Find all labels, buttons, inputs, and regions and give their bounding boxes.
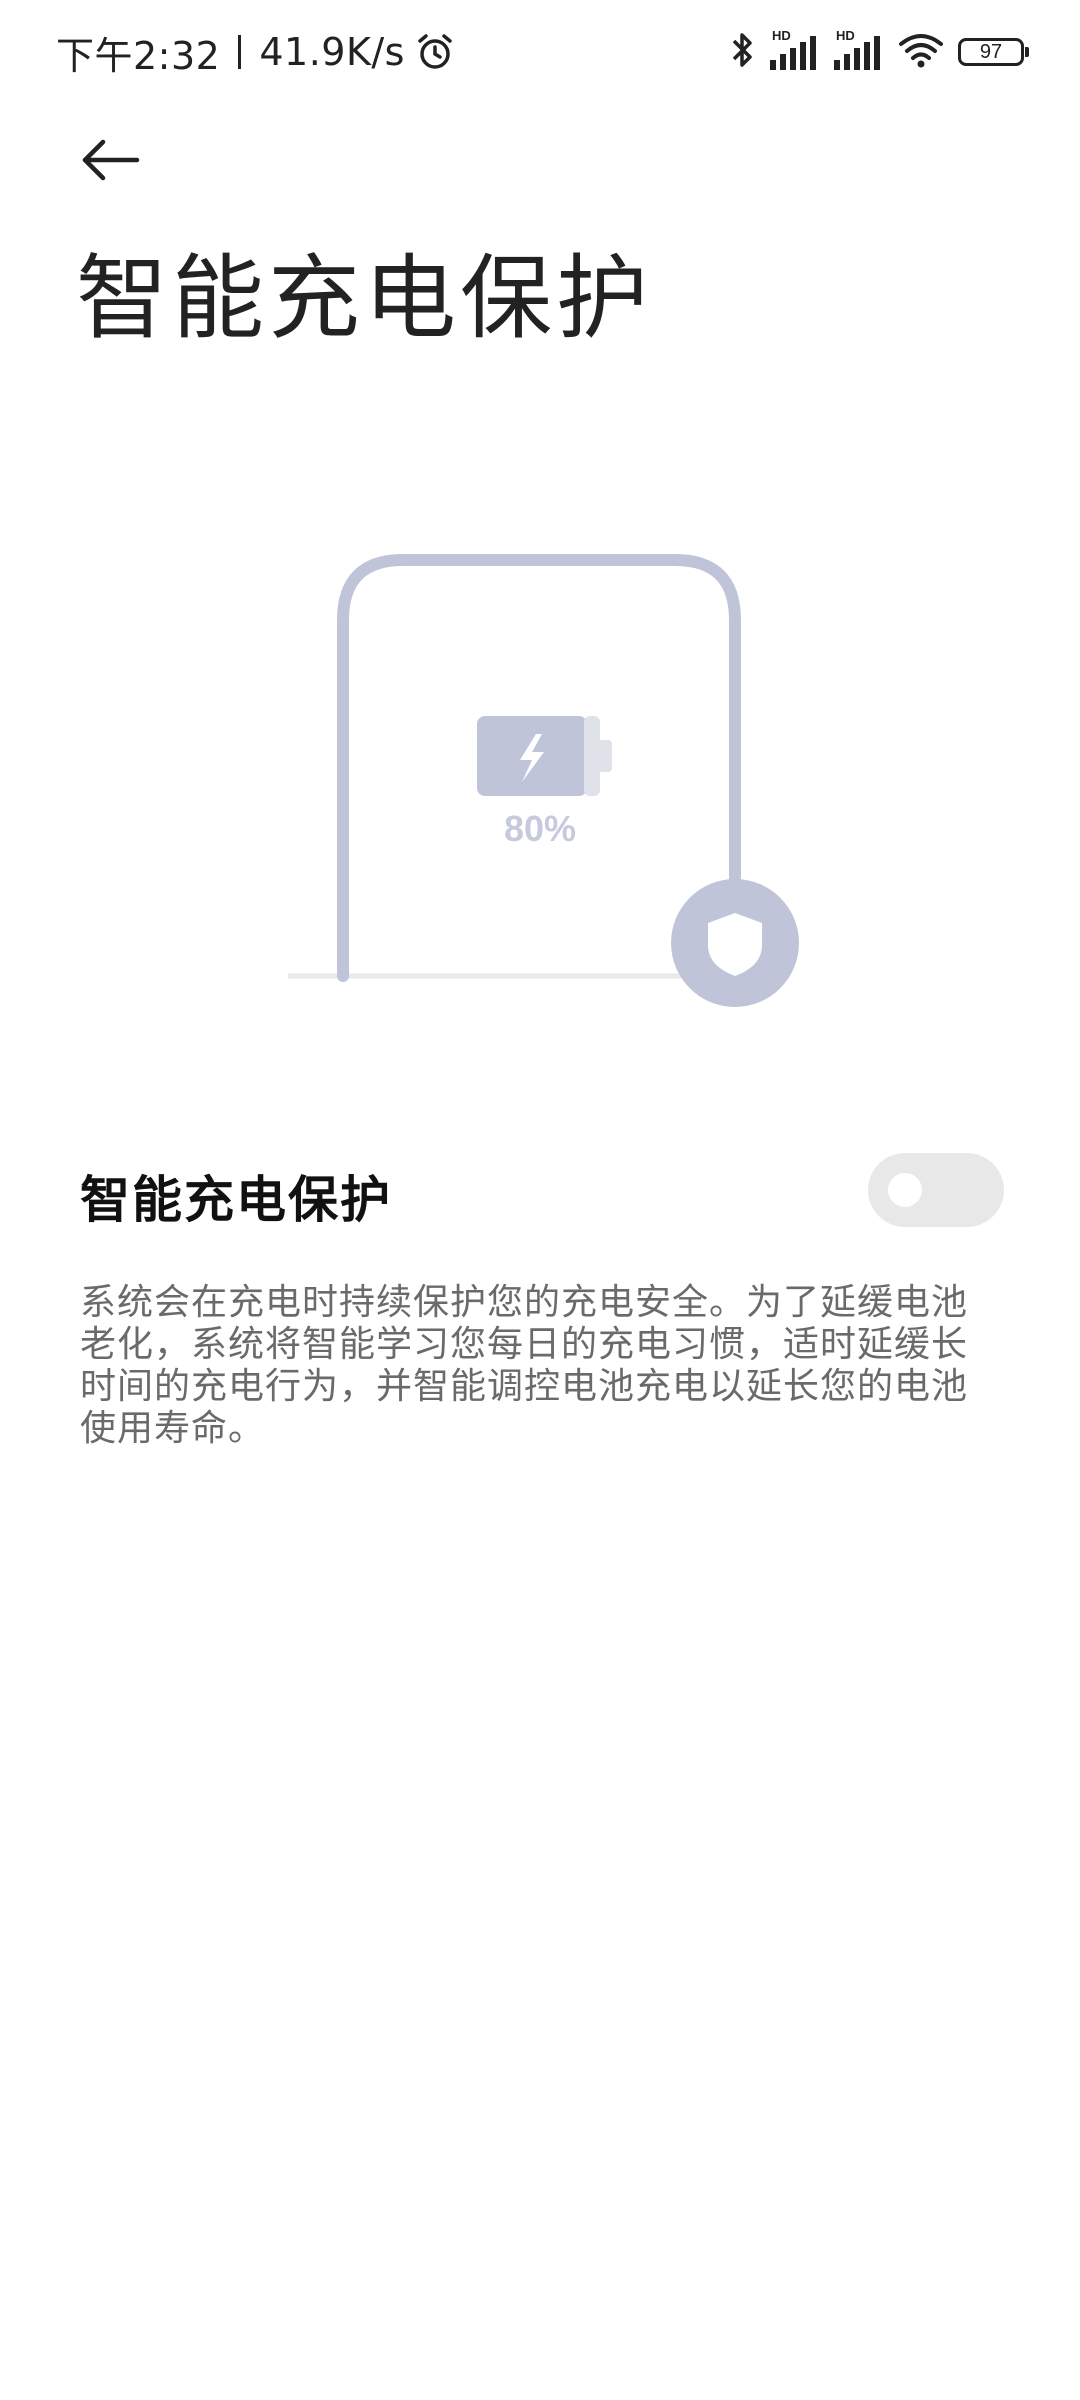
- status-time: 下午2:32: [56, 33, 221, 78]
- setting-label: 智能充电保护: [80, 1171, 392, 1229]
- smart-charging-setting-row[interactable]: 智能充电保护: [0, 1140, 1080, 1240]
- bluetooth-icon: [730, 30, 756, 74]
- battery-level: 97: [979, 40, 1003, 63]
- battery-percent: 80%: [503, 808, 577, 849]
- back-arrow-icon: [82, 139, 140, 181]
- wifi-icon: [898, 30, 944, 74]
- toggle-knob: [888, 1173, 922, 1207]
- smart-charging-toggle[interactable]: [868, 1153, 1004, 1227]
- battery-tip: [598, 740, 612, 772]
- setting-description: 系统会在充电时持续保护您的充电安全。为了延缓电池老化，系统将智能学习您每日的充电…: [80, 1282, 969, 1449]
- alarm-icon: [415, 32, 455, 72]
- network-speed: 41.9K/s: [259, 30, 405, 74]
- cellular-signal-2-icon: HD: [834, 28, 884, 72]
- charging-illustration: [280, 548, 800, 1018]
- status-left: 下午2:32 41.9K/s: [56, 24, 455, 80]
- status-separator: [238, 35, 242, 69]
- page-title: 智能充电保护: [76, 245, 653, 352]
- status-right: HD HD 97: [730, 26, 1029, 78]
- battery-icon: 97: [958, 38, 1029, 66]
- status-bar: 下午2:32 41.9K/s HD HD 97: [0, 0, 1080, 104]
- back-button[interactable]: [74, 130, 146, 190]
- battery-remaining: [584, 716, 600, 796]
- cellular-signal-1-icon: HD: [770, 28, 820, 72]
